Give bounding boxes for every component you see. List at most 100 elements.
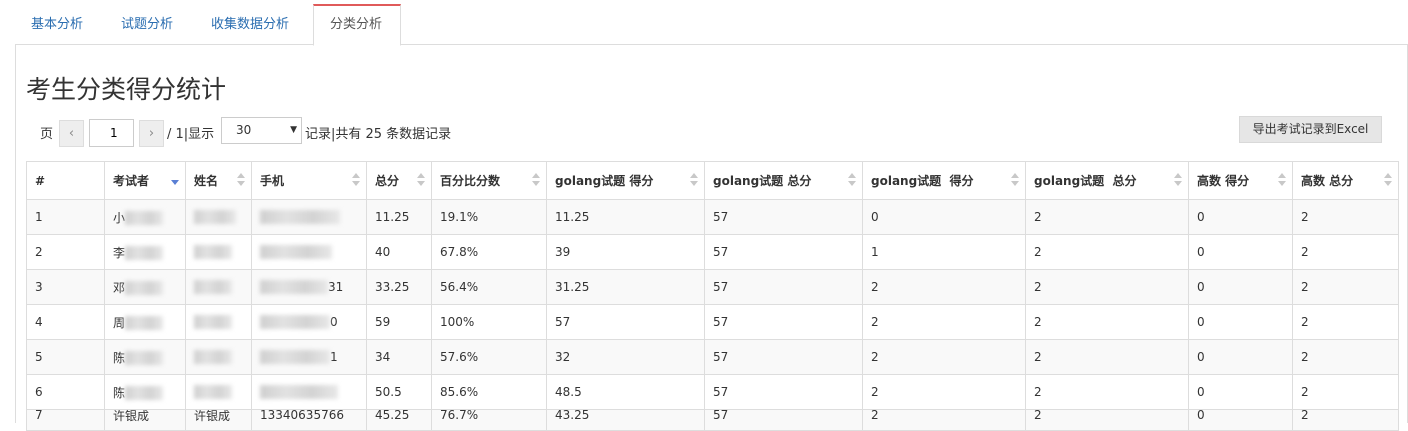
cell-name: [185, 374, 252, 410]
cell-golang-score-1: 31.25: [546, 269, 705, 305]
score-table: # 考试者 姓名 手机 总分 百分比分数 golang试题 得分 golang试…: [26, 161, 1399, 431]
cell-golang-total-1: 57: [704, 199, 863, 235]
sort-icon: [1174, 173, 1182, 189]
cell-text: 57: [555, 315, 571, 329]
cell-phone: 1: [251, 339, 367, 375]
cell-name: [185, 304, 252, 340]
next-page-button[interactable]: ›: [139, 120, 164, 147]
tab-question-analysis[interactable]: 试题分析: [105, 4, 189, 45]
cell-text: 1: [871, 245, 879, 259]
cell-name: [185, 339, 252, 375]
cell-percent: 85.6%: [431, 374, 547, 410]
cell-text: 100%: [440, 315, 475, 329]
cell-golang-total-2: 2: [1025, 234, 1189, 270]
cell-text: 19.1%: [440, 210, 479, 224]
sort-icon: [1278, 173, 1286, 189]
col-header-golang-total-2[interactable]: golang试题 总分: [1025, 161, 1189, 200]
masked-text: 0: [330, 314, 338, 329]
masked-text: 小: [113, 210, 126, 225]
redaction-blur: [260, 210, 340, 225]
sort-icon: [237, 173, 245, 189]
col-header-total[interactable]: 总分: [366, 161, 432, 200]
page-size-value: 30: [236, 123, 252, 137]
table-row[interactable]: 2 李 40 67.8% 39 57 1 2 0 2: [26, 234, 1399, 270]
total-pages-text: / 1|显示: [167, 127, 215, 142]
cell-text: 56.4%: [440, 280, 479, 294]
cell-name: 许银成: [185, 409, 252, 431]
cell-text: 2: [1034, 210, 1042, 224]
sort-icon: [532, 173, 540, 189]
cell-text: 67.8%: [440, 245, 479, 259]
cell-golang-score-1: 39: [546, 234, 705, 270]
cell-text: 57: [713, 315, 729, 329]
table-row[interactable]: 5 陈 1 34 57.6% 32 57 2 2 0 2: [26, 339, 1399, 375]
cell-index: 2: [26, 234, 105, 270]
cell-text: 2: [1034, 280, 1042, 294]
col-header-examinee[interactable]: 考试者: [104, 161, 186, 200]
records-count-text: 记录|共有 25 条数据记录: [305, 127, 452, 142]
header-label: 高数 总分: [1301, 174, 1354, 188]
cell-total: 50.5: [366, 374, 432, 410]
table-row[interactable]: 7 许银成 许银成 13340635766 45.25 76.7% 43.25 57 2 2 0 2: [26, 409, 1399, 431]
masked-text: 31: [328, 279, 344, 294]
table-row[interactable]: 4 周 0 59 100% 57 57 2 2 0 2: [26, 304, 1399, 340]
cell-math-total: 2: [1292, 339, 1399, 375]
redaction-blur: [125, 281, 164, 295]
table-row[interactable]: 1 小 11.25 19.1% 11.25 57 0 2 0 2: [26, 199, 1399, 235]
page-number-input[interactable]: [89, 119, 134, 147]
cell-math-total: 2: [1292, 409, 1399, 431]
cell-examinee: 陈: [104, 374, 186, 410]
cell-golang-total-1: 57: [704, 409, 863, 431]
masked-text: 1: [330, 349, 338, 364]
masked-text: 李: [113, 245, 126, 260]
tab-category-analysis[interactable]: 分类分析: [313, 4, 401, 46]
col-header-name[interactable]: 姓名: [185, 161, 252, 200]
page-label: 页: [40, 127, 54, 142]
export-excel-button[interactable]: 导出考试记录到Excel: [1239, 116, 1382, 143]
cell-text: 2: [1301, 350, 1309, 364]
tab-basic-analysis[interactable]: 基本分析: [15, 4, 99, 45]
col-header-golang-score-2[interactable]: golang试题 得分: [862, 161, 1026, 200]
prev-page-button[interactable]: ‹: [59, 120, 84, 147]
cell-math-total: 2: [1292, 199, 1399, 235]
table-row[interactable]: 6 陈 50.5 85.6% 48.5 57 2 2 0 2: [26, 374, 1399, 410]
col-header-math-total[interactable]: 高数 总分: [1292, 161, 1399, 200]
cell-text: 6: [35, 385, 43, 399]
cell-text: 39: [555, 245, 571, 259]
cell-golang-total-2: 2: [1025, 409, 1189, 431]
redaction-blur: [260, 245, 332, 260]
col-header-golang-score-1[interactable]: golang试题 得分: [546, 161, 705, 200]
cell-golang-total-2: 2: [1025, 374, 1189, 410]
cell-text: 48.5: [555, 385, 582, 399]
cell-text: 57: [713, 245, 729, 259]
chevron-left-icon: ‹: [68, 126, 75, 141]
cell-golang-total-2: 2: [1025, 199, 1189, 235]
redaction-blur: [194, 210, 236, 225]
sort-icon: [352, 173, 360, 189]
col-header-percent[interactable]: 百分比分数: [431, 161, 547, 200]
table-body: 1 小 11.25 19.1% 11.25 57 0 2 0 2 2 李 40 67.8% 39 57 1 2 0 2…: [26, 199, 1399, 431]
cell-total: 40: [366, 234, 432, 270]
header-label: golang试题 得分: [555, 174, 654, 188]
col-header-golang-total-1[interactable]: golang试题 总分: [704, 161, 863, 200]
cell-percent: 100%: [431, 304, 547, 340]
col-header-index: #: [26, 161, 105, 200]
col-header-math-score[interactable]: 高数 得分: [1188, 161, 1293, 200]
cell-math-total: 2: [1292, 234, 1399, 270]
table-row[interactable]: 3 邓 31 33.25 56.4% 31.25 57 2 2 0 2: [26, 269, 1399, 305]
redaction-blur: [194, 280, 232, 295]
redaction-blur: [260, 280, 328, 295]
cell-text: 2: [871, 409, 879, 423]
cell-golang-score-2: 2: [862, 374, 1026, 410]
cell-math-total: 2: [1292, 304, 1399, 340]
cell-math-score: 0: [1188, 409, 1293, 431]
header-label: #: [35, 173, 46, 188]
page-size-select[interactable]: 30 ▼: [221, 117, 302, 144]
tab-bar: 基本分析 试题分析 收集数据分析 分类分析: [15, 0, 1408, 46]
col-header-phone[interactable]: 手机: [251, 161, 367, 200]
cell-text: 31.25: [555, 280, 590, 294]
cell-examinee: 陈: [104, 339, 186, 375]
cell-text: 2: [1301, 280, 1309, 294]
cell-text: 33.25: [375, 280, 410, 294]
tab-collected-data-analysis[interactable]: 收集数据分析: [195, 4, 305, 45]
